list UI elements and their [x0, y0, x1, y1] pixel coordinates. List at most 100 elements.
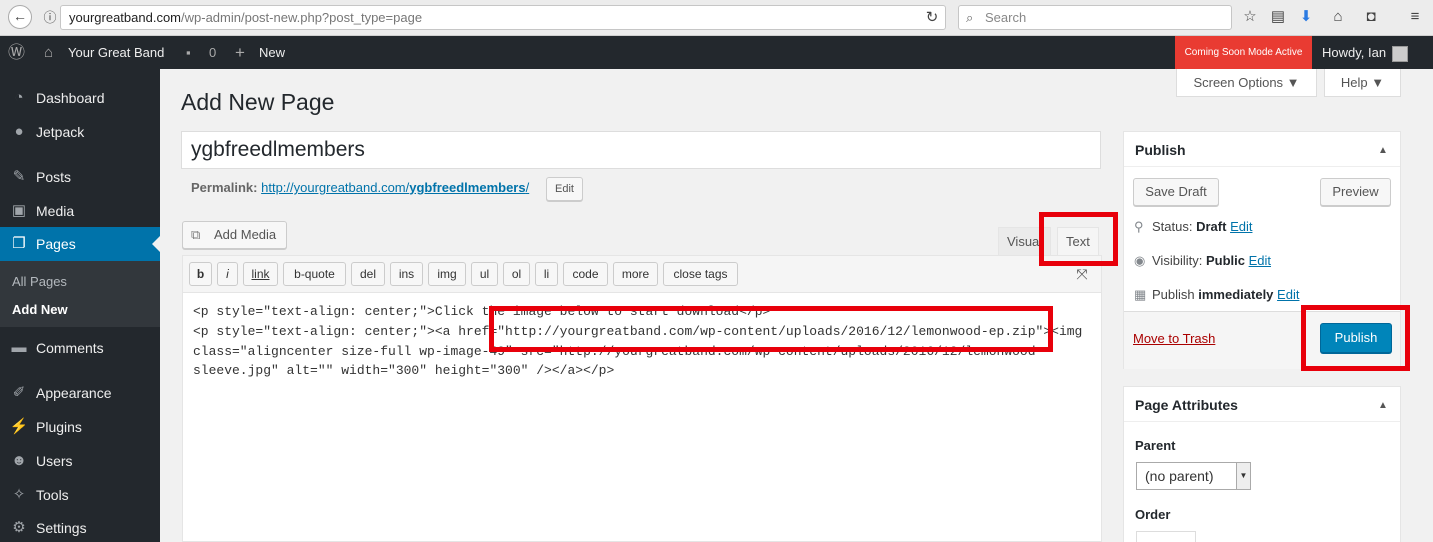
howdy-text: Howdy, Ian: [1322, 45, 1387, 60]
quicktag-ol-button[interactable]: ol: [503, 262, 530, 286]
download-icon[interactable]: ⬇: [1295, 6, 1317, 28]
pin-icon: ✎: [12, 168, 26, 185]
post-title-input[interactable]: ygbfreedlmembers: [181, 131, 1101, 169]
screen-options-button[interactable]: Screen Options ▼: [1176, 69, 1317, 97]
sidebar-item-dashboard[interactable]: ◔ Dashboard: [0, 81, 160, 115]
info-icon[interactable]: ⓘ: [38, 7, 62, 29]
order-label: Order: [1135, 507, 1171, 522]
wrench-icon: ✧: [12, 486, 26, 503]
quicktag-li-button[interactable]: li: [535, 262, 558, 286]
sidebar-item-label: Media: [36, 203, 75, 219]
collapse-arrow-icon[interactable]: ▲: [1378, 400, 1388, 411]
quicktag-ul-button[interactable]: ul: [471, 262, 498, 286]
pages-icon: ❐: [12, 235, 26, 252]
star-icon[interactable]: ☆: [1239, 6, 1261, 28]
permalink-base: http://yourgreatband.com/: [261, 180, 410, 195]
page-title: Add New Page: [181, 89, 335, 115]
add-media-button[interactable]: ⧉ Add Media: [182, 221, 287, 249]
comment-icon: ▬: [11, 339, 27, 356]
visibility-edit-link[interactable]: Edit: [1249, 253, 1271, 268]
sidebar-item-users[interactable]: ☻ Users: [0, 444, 160, 478]
home-icon[interactable]: ⌂: [1327, 6, 1349, 28]
quicktag-italic-button[interactable]: i: [217, 262, 238, 286]
status-edit-link[interactable]: Edit: [1230, 219, 1252, 234]
sidebar-item-tools[interactable]: ✧ Tools: [0, 478, 160, 512]
wp-admin-bar: Ⓦ ⌂ Your Great Band ▪ 0 + New Coming Soo…: [0, 36, 1433, 69]
status-label: Status:: [1152, 219, 1193, 234]
quicktag-link-button[interactable]: link: [243, 262, 278, 286]
browser-toolbar: ← ⓘ yourgreatband.com/wp-admin/post-new.…: [0, 0, 1433, 36]
schedule-label: Publish: [1152, 287, 1195, 302]
calendar-icon: ▦: [1134, 287, 1147, 302]
sidebar-item-pages[interactable]: ❐ Pages: [0, 227, 160, 261]
quicktag-img-button[interactable]: img: [428, 262, 466, 286]
save-draft-button[interactable]: Save Draft: [1133, 178, 1219, 206]
plus-icon[interactable]: +: [235, 36, 245, 69]
visibility-value: Public: [1205, 253, 1245, 268]
divider: [1124, 166, 1400, 167]
sidebar-item-appearance[interactable]: ✐ Appearance: [0, 376, 160, 410]
wordpress-logo-icon[interactable]: Ⓦ: [8, 36, 25, 69]
avatar: [1392, 45, 1409, 62]
eye-icon: ◉: [1134, 253, 1146, 268]
url-path: /wp-admin/post-new.php?post_type=page: [181, 10, 423, 25]
sidebar-item-comments[interactable]: ▬ Comments: [0, 331, 160, 365]
quicktag-del-button[interactable]: del: [351, 262, 385, 286]
pages-submenu: [0, 261, 160, 327]
new-content-link[interactable]: New: [259, 36, 285, 69]
publish-highlight: [1301, 305, 1410, 371]
quicktag-bquote-button[interactable]: b-quote: [283, 262, 346, 286]
sidebar-item-media[interactable]: ▣ Media: [0, 194, 160, 228]
back-icon[interactable]: ←: [8, 5, 32, 29]
permalink-edit-button[interactable]: Edit: [546, 177, 583, 201]
quicktag-close-tags-button[interactable]: close tags: [663, 262, 738, 286]
permalink-link[interactable]: http://yourgreatband.com/ygbfreedlmember…: [261, 180, 529, 195]
jetpack-icon: ●: [14, 123, 24, 140]
quicktag-more-button[interactable]: more: [613, 262, 658, 286]
quicktag-ins-button[interactable]: ins: [390, 262, 423, 286]
quicktag-code-button[interactable]: code: [563, 262, 608, 286]
sidebar-item-label: Users: [36, 453, 73, 469]
search-placeholder: Search: [985, 10, 1027, 25]
comments-icon[interactable]: ▪: [186, 36, 191, 69]
menu-icon[interactable]: ≡: [1404, 6, 1426, 28]
sidebar-item-posts[interactable]: ✎ Posts: [0, 160, 160, 194]
schedule-edit-link[interactable]: Edit: [1277, 287, 1299, 302]
distraction-free-icon[interactable]: ⤧: [1073, 265, 1091, 283]
sidebar-item-plugins[interactable]: ⚡ Plugins: [0, 410, 160, 444]
visibility-row: ◉ Visibility: Public Edit: [1134, 253, 1271, 269]
parent-label: Parent: [1135, 438, 1176, 453]
quicktag-bold-button[interactable]: b: [189, 262, 212, 286]
comments-count[interactable]: 0: [209, 36, 216, 69]
submenu-all-pages[interactable]: All Pages: [12, 274, 67, 289]
reading-list-icon[interactable]: ▤: [1267, 6, 1289, 28]
collapse-arrow-icon[interactable]: ▲: [1378, 145, 1388, 156]
url-field[interactable]: yourgreatband.com/wp-admin/post-new.php?…: [60, 5, 946, 30]
sidebar-item-label: Tools: [36, 487, 69, 503]
submenu-add-new[interactable]: Add New: [12, 302, 68, 317]
sidebar-item-label: Appearance: [36, 385, 112, 401]
settings-icon: ⚙: [12, 519, 26, 536]
reload-icon[interactable]: ↻: [920, 7, 944, 29]
help-button[interactable]: Help ▼: [1324, 69, 1401, 97]
publish-box-title: Publish: [1135, 142, 1186, 158]
schedule-row: ▦ Publish immediately Edit: [1134, 287, 1299, 303]
browser-search-field[interactable]: ⌕ Search: [958, 5, 1232, 30]
howdy-user[interactable]: Howdy, Ian: [1322, 36, 1409, 69]
home-site-icon[interactable]: ⌂: [44, 36, 53, 69]
add-media-label: Add Media: [214, 227, 277, 242]
status-row: ⚲ Status: Draft Edit: [1134, 219, 1252, 235]
sidebar-item-label: Plugins: [36, 419, 82, 435]
parent-select[interactable]: (no parent) ▼: [1136, 462, 1251, 490]
permalink-label: Permalink:: [191, 180, 258, 195]
site-name-link[interactable]: Your Great Band: [68, 36, 164, 69]
coming-soon-badge[interactable]: Coming Soon Mode Active: [1175, 36, 1312, 69]
sidebar-item-settings[interactable]: ⚙ Settings: [0, 511, 160, 542]
pocket-icon[interactable]: ◘: [1360, 6, 1382, 28]
sidebar-item-jetpack[interactable]: ● Jetpack: [0, 115, 160, 149]
users-icon: ☻: [11, 452, 27, 469]
move-to-trash-link[interactable]: Move to Trash: [1133, 331, 1215, 346]
add-media-icon: ⧉: [191, 227, 201, 242]
preview-button[interactable]: Preview: [1320, 178, 1391, 206]
order-input[interactable]: [1136, 531, 1196, 542]
